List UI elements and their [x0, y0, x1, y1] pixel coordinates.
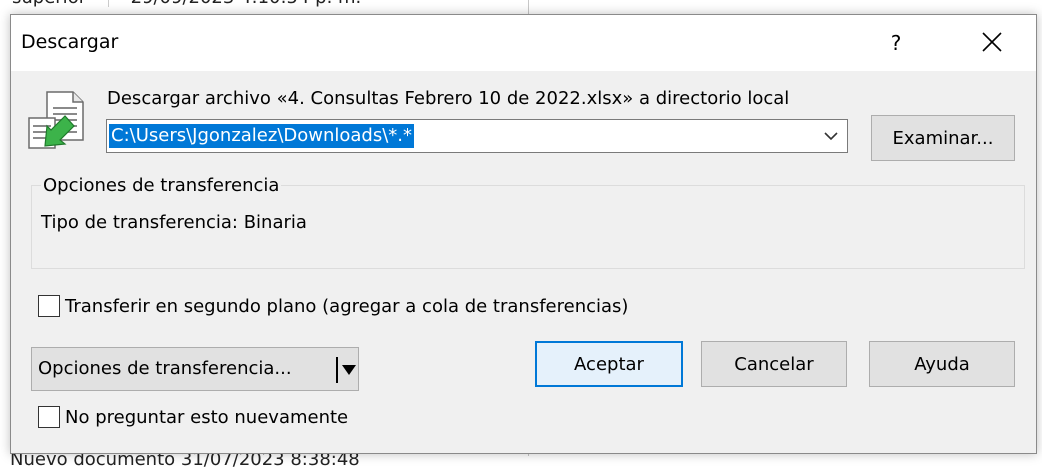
- close-button[interactable]: [970, 25, 1014, 61]
- download-file-icon: [28, 91, 84, 149]
- column-separator: [107, 0, 109, 7]
- local-directory-combobox[interactable]: C:\Users\Jgonzalez\Downloads\*.*: [106, 119, 848, 153]
- path-input[interactable]: C:\Users\Jgonzalez\Downloads\*.*: [109, 124, 415, 148]
- transfer-options-button-label: Opciones de transferencia...: [38, 358, 292, 379]
- help-button[interactable]: Ayuda: [869, 341, 1015, 387]
- split-divider: [336, 357, 338, 383]
- download-caption: Descargar archivo «4. Consultas Febrero …: [107, 88, 790, 109]
- transfer-type-text: Tipo de transferencia: Binaria: [41, 212, 307, 233]
- dialog-titlebar: Descargar ?: [11, 15, 1036, 71]
- dont-ask-row[interactable]: No preguntar esto nuevamente: [38, 406, 348, 428]
- transfer-options-legend: Opciones de transferencia: [41, 175, 282, 196]
- background-text: 29/09/2023 4:10:54 p. m.: [131, 0, 362, 8]
- ok-button[interactable]: Aceptar: [535, 341, 683, 387]
- transfer-options-split-button[interactable]: Opciones de transferencia...: [31, 347, 359, 391]
- help-title-button[interactable]: ?: [876, 25, 916, 61]
- background-text: superior: [12, 0, 86, 8]
- dialog-title: Descargar: [21, 31, 119, 53]
- background-transfer-label[interactable]: Transferir en segundo plano (agregar a c…: [65, 296, 628, 317]
- download-dialog: Descargar ? Descargar archivo «4. Consul…: [10, 14, 1037, 454]
- dropdown-arrow-icon[interactable]: [342, 365, 356, 375]
- background-transfer-checkbox[interactable]: [38, 295, 60, 317]
- cancel-button[interactable]: Cancelar: [701, 341, 847, 387]
- background-row-top: superior 29/09/2023 4:10:54 p. m.: [12, 0, 361, 8]
- close-icon: [982, 32, 1002, 52]
- browse-button[interactable]: Examinar...: [871, 115, 1015, 161]
- background-transfer-row[interactable]: Transferir en segundo plano (agregar a c…: [38, 295, 628, 317]
- dont-ask-label[interactable]: No preguntar esto nuevamente: [65, 407, 348, 428]
- dont-ask-checkbox[interactable]: [38, 406, 60, 428]
- chevron-down-icon[interactable]: [823, 129, 839, 143]
